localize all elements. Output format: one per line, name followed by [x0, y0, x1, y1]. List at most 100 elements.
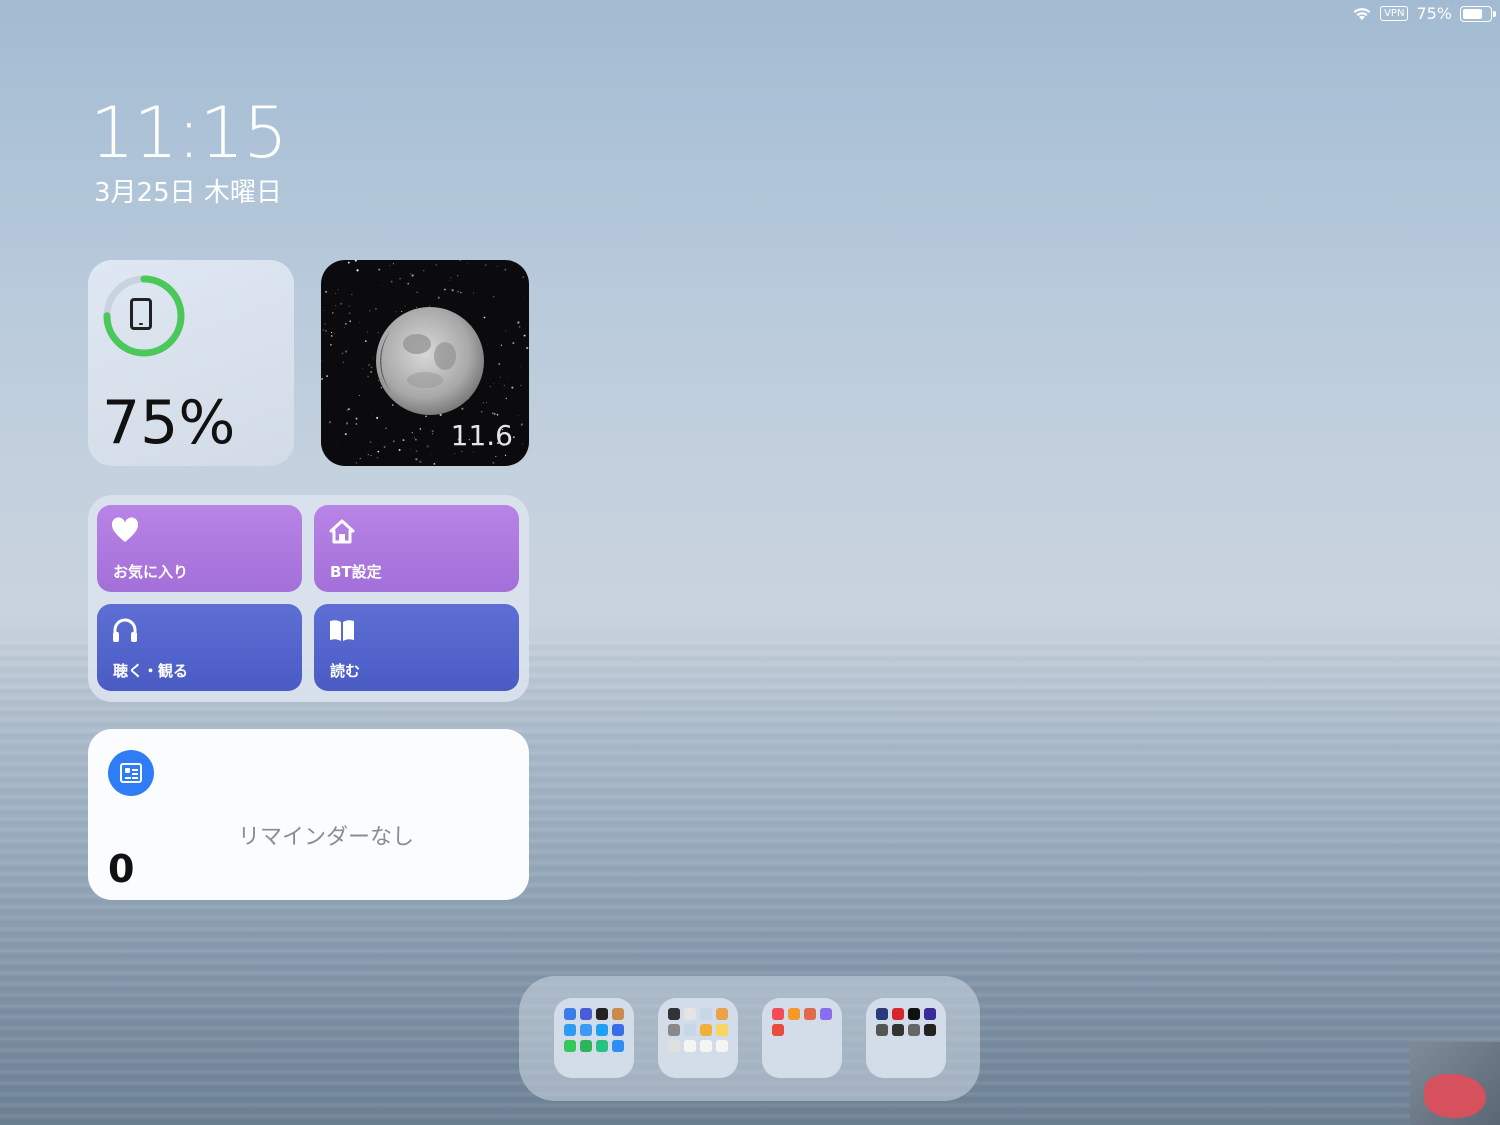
star	[419, 428, 422, 430]
star	[404, 305, 406, 307]
dock-folder-4[interactable]	[866, 998, 946, 1078]
star	[337, 289, 339, 291]
star	[511, 386, 514, 389]
star	[505, 397, 507, 400]
star	[449, 280, 451, 281]
app-icon	[876, 1024, 888, 1036]
star	[415, 458, 418, 461]
app-icon	[668, 1008, 680, 1020]
dock-folder-1[interactable]	[554, 998, 634, 1078]
star	[329, 343, 332, 346]
star	[367, 453, 369, 456]
star	[330, 331, 333, 334]
shortcut-favorites[interactable]: お気に入り	[97, 505, 302, 592]
star	[433, 463, 436, 465]
app-icon	[892, 1024, 904, 1036]
dock	[519, 976, 980, 1101]
star	[500, 344, 503, 346]
app-icon	[772, 1024, 784, 1036]
app-icon	[716, 1008, 728, 1020]
star	[439, 413, 442, 417]
status-bar: VPN 75%	[1352, 4, 1496, 23]
star	[326, 375, 329, 378]
star	[332, 312, 334, 314]
app-icon	[788, 1008, 800, 1020]
star	[493, 383, 495, 385]
star	[324, 322, 326, 325]
app-icon	[580, 1008, 592, 1020]
app-icon	[564, 1024, 576, 1036]
app-icon	[580, 1040, 592, 1052]
star	[331, 335, 333, 337]
star	[461, 407, 464, 410]
star	[457, 290, 459, 293]
app-icon	[804, 1008, 816, 1020]
shortcut-read[interactable]: 読む	[314, 604, 519, 691]
star	[521, 443, 523, 445]
star	[423, 270, 425, 272]
star	[345, 422, 349, 425]
star	[380, 386, 383, 389]
shortcut-bt-settings[interactable]: BT設定	[314, 505, 519, 592]
star	[378, 268, 381, 271]
star	[419, 460, 422, 463]
dock-folder-3[interactable]	[762, 998, 842, 1078]
reminders-widget[interactable]: リマインダーなし 0	[88, 729, 529, 900]
battery-percent: 75%	[1416, 4, 1452, 23]
star	[376, 416, 379, 419]
star	[518, 260, 520, 261]
app-icon	[596, 1024, 608, 1036]
star	[401, 310, 403, 312]
star	[487, 344, 489, 346]
app-icon	[908, 1008, 920, 1020]
star	[325, 330, 327, 332]
star	[449, 289, 451, 290]
star	[410, 273, 411, 275]
moon-phase-widget[interactable]: 11.6	[321, 260, 529, 466]
star	[364, 340, 367, 343]
star	[389, 265, 391, 267]
app-icon	[700, 1024, 712, 1036]
app-icon	[668, 1024, 680, 1036]
star	[451, 289, 454, 292]
star	[454, 453, 456, 454]
star	[399, 277, 401, 280]
app-icon	[716, 1040, 728, 1052]
star	[335, 292, 337, 294]
app-icon	[924, 1024, 936, 1036]
star	[374, 307, 377, 310]
star	[372, 359, 373, 360]
star	[499, 376, 501, 378]
watermark-image	[1410, 1042, 1500, 1125]
star	[358, 394, 360, 397]
app-icon	[684, 1040, 696, 1052]
star	[359, 322, 361, 323]
star	[354, 260, 357, 262]
shortcut-label: 読む	[330, 662, 361, 680]
star	[437, 296, 440, 299]
dock-folder-2[interactable]	[658, 998, 738, 1078]
star	[512, 342, 515, 345]
app-icon	[564, 1008, 576, 1020]
star	[495, 455, 497, 458]
shortcut-label: BT設定	[330, 563, 382, 581]
star	[471, 325, 473, 327]
star	[450, 277, 452, 279]
star	[492, 412, 494, 414]
star	[321, 460, 323, 463]
star	[370, 371, 373, 373]
wifi-icon	[1353, 7, 1371, 20]
battery-widget[interactable]: 75%	[88, 260, 294, 466]
star	[426, 445, 429, 448]
app-icon	[716, 1024, 728, 1036]
star	[341, 352, 344, 355]
star	[348, 312, 351, 315]
app-icon	[596, 1008, 608, 1020]
star	[497, 266, 499, 267]
reminders-count: 0	[108, 847, 135, 891]
shortcut-listen-watch[interactable]: 聴く・観る	[97, 604, 302, 691]
star	[456, 261, 458, 262]
clock-date: 3月25日 木曜日	[94, 178, 282, 208]
star	[369, 441, 372, 443]
star	[372, 415, 373, 416]
